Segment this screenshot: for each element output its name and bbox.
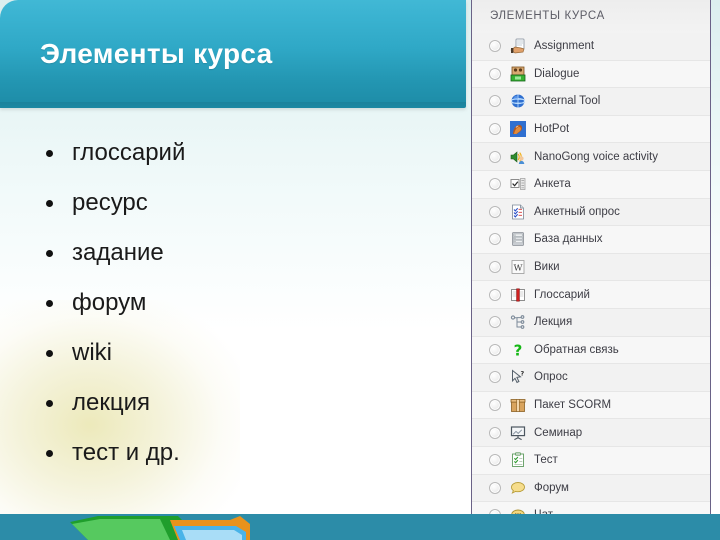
activity-row[interactable]: ? Опрос xyxy=(472,364,710,392)
activity-row[interactable]: Тест xyxy=(472,446,710,475)
list-item: тест и др. xyxy=(38,428,438,478)
header-banner: Элементы курса xyxy=(0,0,466,108)
activity-list: Assignment Dialogue External Tool HotPot Nan… xyxy=(472,33,710,530)
activity-chooser-panel: ЭЛЕМЕНТЫ КУРСА Assignment Dialogue Externa… xyxy=(471,0,711,531)
activity-row[interactable]: ? Обратная связь xyxy=(472,336,710,365)
activity-row[interactable]: Форум xyxy=(472,474,710,503)
panel-header-label: ЭЛЕМЕНТЫ КУРСА xyxy=(472,0,710,33)
nanogong-speaker-icon xyxy=(510,149,526,165)
quiz-clipboard-icon xyxy=(510,452,526,468)
scorm-package-icon xyxy=(510,397,526,413)
slide-canvas: Элементы курса глоссарий ресурс задание … xyxy=(0,0,720,540)
radio-button[interactable] xyxy=(489,95,501,108)
activity-label: HotPot xyxy=(534,123,570,136)
database-icon xyxy=(510,231,526,247)
forum-bubble-icon xyxy=(510,480,526,496)
activity-label: Глоссарий xyxy=(534,288,590,301)
survey-checkbox-icon xyxy=(510,176,526,192)
list-item: wiki xyxy=(38,328,438,378)
activity-label: Анкетный опрос xyxy=(534,205,620,218)
radio-button[interactable] xyxy=(489,233,501,246)
activity-label: Анкета xyxy=(534,178,571,191)
questionnaire-icon xyxy=(510,204,526,220)
workshop-board-icon xyxy=(510,425,526,441)
radio-button[interactable] xyxy=(489,481,501,494)
list-item: задание xyxy=(38,228,438,278)
radio-button[interactable] xyxy=(489,316,501,329)
activity-row[interactable]: Assignment xyxy=(472,33,710,61)
activity-row[interactable]: Пакет SCORM xyxy=(472,391,710,420)
choice-cursor-icon: ? xyxy=(510,369,526,385)
assignment-hand-icon xyxy=(510,38,526,54)
wiki-w-icon: W xyxy=(510,259,526,275)
activity-row[interactable]: Анкета xyxy=(472,170,710,199)
activity-label: Лекция xyxy=(534,316,573,329)
activity-label: Вики xyxy=(534,261,560,274)
activity-row[interactable]: Анкетный опрос xyxy=(472,198,710,227)
activity-row[interactable]: Глоссарий xyxy=(472,281,710,309)
list-item: ресурс xyxy=(38,178,438,228)
activity-row[interactable]: Dialogue xyxy=(472,60,710,89)
activity-row[interactable]: W Вики xyxy=(472,253,710,282)
radio-button[interactable] xyxy=(489,343,501,356)
radio-button[interactable] xyxy=(489,178,501,191)
activity-label: Dialogue xyxy=(534,67,580,80)
footer-bar xyxy=(0,514,720,540)
activity-label: Семинар xyxy=(534,426,583,439)
activity-label: External Tool xyxy=(534,95,601,108)
activity-label: Пакет SCORM xyxy=(534,399,612,412)
radio-button[interactable] xyxy=(489,261,501,274)
radio-button[interactable] xyxy=(489,205,501,218)
glossary-book-icon xyxy=(510,287,526,303)
activity-label: Assignment xyxy=(534,40,595,53)
activity-label: Форум xyxy=(534,481,569,494)
list-item: лекция xyxy=(38,378,438,428)
radio-button[interactable] xyxy=(489,40,501,53)
svg-text:?: ? xyxy=(514,342,523,358)
dialogue-people-icon xyxy=(510,66,526,82)
svg-text:W: W xyxy=(514,264,523,274)
radio-button[interactable] xyxy=(489,454,501,467)
radio-button[interactable] xyxy=(489,123,501,136)
activity-row[interactable]: NanoGong voice activity xyxy=(472,143,710,171)
radio-button[interactable] xyxy=(489,288,501,301)
hotpot-icon xyxy=(510,121,526,138)
radio-button[interactable] xyxy=(489,150,501,163)
activity-label: NanoGong voice activity xyxy=(534,150,659,163)
activity-label: Опрос xyxy=(534,371,568,384)
radio-button[interactable] xyxy=(489,371,501,384)
radio-button[interactable] xyxy=(489,426,501,439)
list-item: форум xyxy=(38,278,438,328)
activity-row[interactable]: HotPot xyxy=(472,115,710,144)
radio-button[interactable] xyxy=(489,399,501,412)
activity-row[interactable]: Лекция xyxy=(472,308,710,337)
footer-decoration-shapes xyxy=(70,516,250,540)
lesson-nodes-icon xyxy=(510,314,526,330)
radio-button[interactable] xyxy=(489,67,501,80)
activity-label: Тест xyxy=(534,454,558,467)
external-tool-globe-icon xyxy=(510,93,526,109)
bullet-list: глоссарий ресурс задание форум wiki лекц… xyxy=(38,128,438,478)
activity-row[interactable]: External Tool xyxy=(472,88,710,116)
activity-label: Обратная связь xyxy=(534,343,619,356)
list-item: глоссарий xyxy=(38,128,438,178)
activity-row[interactable]: База данных xyxy=(472,226,710,254)
feedback-question-icon: ? xyxy=(510,342,526,358)
svg-text:?: ? xyxy=(521,370,525,378)
activity-label: База данных xyxy=(534,233,603,246)
page-title: Элементы курса xyxy=(40,38,273,69)
activity-row[interactable]: Семинар xyxy=(472,419,710,447)
